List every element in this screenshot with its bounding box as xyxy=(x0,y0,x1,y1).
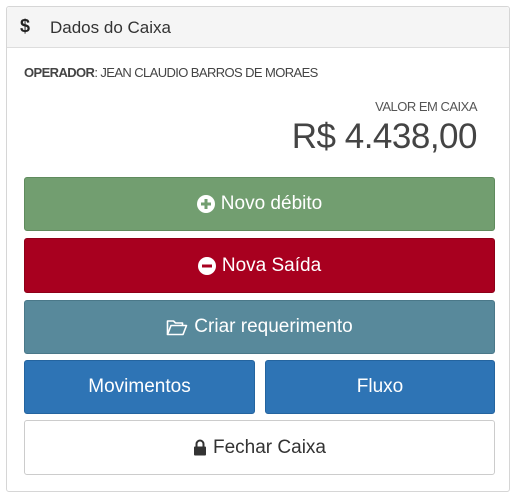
minus-circle-icon xyxy=(197,256,216,275)
novo-debito-button[interactable]: Novo débito xyxy=(24,177,495,231)
folder-open-icon xyxy=(166,319,188,335)
plus-circle-icon xyxy=(196,195,215,213)
operator-label: OPERADOR xyxy=(24,65,95,80)
lock-icon xyxy=(194,439,206,456)
nova-saida-label: Nova Saída xyxy=(221,254,322,276)
cash-value: R$ 4.438,00 xyxy=(291,117,478,156)
operator-line: OPERADOR: JEAN CLAUDIO BARROS DE MORAES xyxy=(24,65,318,81)
operator-separator: : xyxy=(94,65,98,80)
nova-saida-button[interactable]: Nova Saída xyxy=(24,238,495,293)
panel-title: Dados do Caixa xyxy=(50,18,171,37)
fluxo-button[interactable]: Fluxo xyxy=(265,360,495,414)
operator-name: JEAN CLAUDIO BARROS DE MORAES xyxy=(100,65,318,80)
panel-heading: $ Dados do Caixa xyxy=(7,7,509,48)
fluxo-label: Fluxo xyxy=(356,376,404,397)
movimentos-label: Movimentos xyxy=(88,376,191,397)
novo-debito-label: Novo débito xyxy=(220,193,323,214)
criar-requerimento-label: Criar requerimento xyxy=(194,316,353,337)
movimentos-button[interactable]: Movimentos xyxy=(24,360,255,414)
criar-requerimento-button[interactable]: Criar requerimento xyxy=(24,300,495,354)
dollar-icon: $ xyxy=(20,16,31,36)
cash-panel: $ Dados do Caixa OPERADOR: JEAN CLAUDIO … xyxy=(6,6,510,492)
fechar-caixa-label: Fechar Caixa xyxy=(213,436,326,458)
fechar-caixa-button[interactable]: Fechar Caixa xyxy=(24,420,495,475)
cash-label: VALOR EM CAIXA xyxy=(375,99,477,114)
